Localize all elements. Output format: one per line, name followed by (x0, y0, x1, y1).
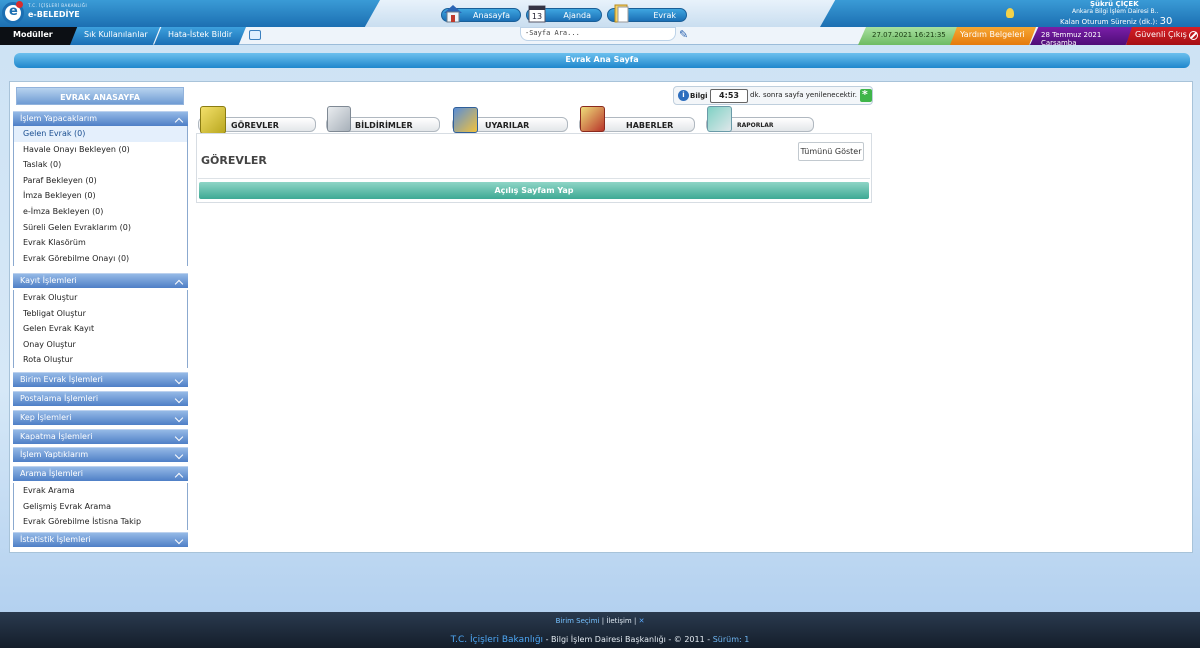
section-arama-islemleri-items: Evrak Arama Gelişmiş Evrak Arama Evrak G… (13, 483, 188, 530)
top-header: T.C. İÇİŞLERİ BAKANLIĞI e-BELEDİYE Anasa… (0, 0, 1200, 27)
sidebar-item[interactable]: Süreli Gelen Evraklarım (0) (14, 220, 187, 236)
sidebar-item[interactable]: Evrak Klasörüm (14, 235, 187, 251)
bulb-icon[interactable] (1006, 8, 1014, 18)
reports-icon (707, 106, 732, 132)
help-docs-button[interactable]: Yardım Belgeleri (950, 27, 1036, 45)
sidebar-item[interactable]: Havale Onayı Bekleyen (0) (14, 142, 187, 158)
logo-area: T.C. İÇİŞLERİ BAKANLIĞI e-BELEDİYE (0, 0, 380, 27)
ministry-name[interactable]: T.C. İçişleri Bakanlığı (451, 635, 543, 645)
sidebar-item[interactable]: Evrak Arama (14, 483, 187, 499)
svg-text:13: 13 (532, 12, 542, 21)
show-all-button[interactable]: Tümünü Göster (798, 142, 864, 161)
session-value: 30 (1159, 16, 1173, 27)
logo-subtitle: T.C. İÇİŞLERİ BAKANLIĞI (28, 3, 88, 8)
clear-brush-icon[interactable]: ✎ (679, 28, 691, 41)
logout-icon[interactable] (1189, 31, 1198, 40)
date-display: 28 Temmuz 2021 Çarşamba (1030, 27, 1134, 45)
section-arama-islemleri[interactable]: Arama İşlemleri (13, 466, 188, 481)
footer-copyright: T.C. İçişleri Bakanlığı - Bilgi İşlem Da… (0, 635, 1200, 645)
dept-text: - Bilgi İşlem Dairesi Başkanlığı - © 201… (543, 635, 705, 644)
news-icon (580, 106, 605, 132)
refresh-info-bar: i Bilgi 4:53 dk. sonra sayfa yenilenecek… (673, 86, 873, 105)
frequent-button[interactable]: Sık Kullanılanlar (70, 27, 160, 45)
tasks-icon (200, 106, 226, 134)
folder-icon (614, 4, 629, 23)
refresh-message: dk. sonra sayfa yenilenecektir. (750, 91, 857, 99)
page-search-input[interactable]: -Sayfa Ara... (520, 27, 676, 41)
nav-evrak-label: Evrak (653, 10, 676, 20)
session-label: Kalan Oturum Süreniz (dk.): (1060, 18, 1158, 26)
sidebar-item[interactable]: Gelen Evrak Kayıt (14, 321, 187, 337)
calendar-icon: 13 (528, 5, 546, 23)
section-kayit-islemleri[interactable]: Kayıt İşlemleri (13, 273, 188, 288)
info-icon: i (678, 90, 689, 101)
session-remaining: Kalan Oturum Süreniz (dk.): 30 (1060, 16, 1172, 27)
error-report-button[interactable]: Hata-İstek Bildir (154, 27, 246, 45)
panel-divider (198, 178, 870, 179)
nav-ajanda-label: Ajanda (563, 10, 591, 20)
sidebar-item[interactable]: Rota Oluştur (14, 352, 187, 368)
tab-raporlar-label: RAPORLAR (737, 122, 774, 129)
logo-flag-mark (16, 1, 23, 8)
section-kayit-islemleri-items: Evrak Oluştur Tebligat Oluştur Gelen Evr… (13, 290, 188, 368)
section-birim-evrak-islemleri[interactable]: Birim Evrak İşlemleri (13, 372, 188, 387)
section-islem-yapacaklarim-items: Gelen Evrak (0) Havale Onayı Bekleyen (0… (13, 126, 188, 267)
nav-anasayfa-label: Anasayfa (473, 10, 510, 20)
menu-bar: Modüller Sık Kullanılanlar Hata-İstek Bi… (0, 27, 1200, 45)
unit-select-link[interactable]: Birim Seçimi (556, 617, 600, 625)
set-home-button[interactable]: Açılış Sayfam Yap (199, 182, 869, 199)
notifications-icon (327, 106, 351, 132)
section-islem-yapacaklarim[interactable]: İşlem Yapacaklarım (13, 111, 188, 126)
tab-haberler-label: HABERLER (626, 121, 674, 130)
info-label: Bilgi (690, 92, 708, 100)
close-icon[interactable]: ✕ (639, 617, 645, 625)
sidebar-item[interactable]: Evrak Görebilme Onayı (0) (14, 251, 187, 267)
warnings-icon (453, 107, 478, 133)
tab-gorevler-label: GÖREVLER (231, 121, 279, 130)
sidebar-item[interactable]: İmza Bekleyen (0) (14, 188, 187, 204)
sidebar-item[interactable]: Evrak Oluştur (14, 290, 187, 306)
version-text: Sürüm: 1 (712, 635, 750, 644)
logo-title: e-BELEDİYE (28, 10, 80, 19)
section-kep-islemleri[interactable]: Kep İşlemleri (13, 410, 188, 425)
footer: Birim Seçimi | İletişim | ✕ T.C. İçişler… (0, 612, 1200, 648)
sidebar-item[interactable]: Taslak (0) (14, 157, 187, 173)
home-icon (444, 5, 462, 23)
tab-bildirimler-label: BİLDİRİMLER (355, 121, 413, 130)
user-unit: Ankara Bilgi İşlem Dairesi B.. (1072, 8, 1159, 15)
sidebar-item[interactable]: Paraf Bekleyen (0) (14, 173, 187, 189)
panel-title: GÖREVLER (201, 154, 267, 167)
sidebar-item[interactable]: e-İmza Bekleyen (0) (14, 204, 187, 220)
chat-icon[interactable] (249, 30, 261, 40)
section-postalama-islemleri[interactable]: Postalama İşlemleri (13, 391, 188, 406)
user-name: Şükrü ÇİÇEK (1090, 0, 1139, 8)
page-title: Evrak Ana Sayfa (14, 53, 1190, 68)
contact-link[interactable]: İletişim (606, 617, 631, 625)
section-istatistik-islemleri[interactable]: İstatistik İşlemleri (13, 532, 188, 547)
section-kapatma-islemleri[interactable]: Kapatma İşlemleri (13, 429, 188, 444)
datetime-display: 27.07.2021 16:21:35 (858, 27, 958, 45)
sidebar-item[interactable]: Evrak Görebilme İstisna Takip (14, 514, 187, 530)
sidebar-item[interactable]: Gelişmiş Evrak Arama (14, 499, 187, 515)
sidebar-title[interactable]: EVRAK ANASAYFA (16, 87, 184, 105)
section-islem-yaptiklarim[interactable]: İşlem Yaptıklarım (13, 447, 188, 462)
refresh-countdown: 4:53 (710, 89, 748, 103)
tab-uyarilar-label: UYARILAR (485, 121, 530, 130)
refresh-icon[interactable] (860, 88, 872, 102)
sidebar-item[interactable]: Onay Oluştur (14, 337, 187, 353)
sidebar-item[interactable]: Gelen Evrak (0) (14, 126, 187, 142)
footer-links: Birim Seçimi | İletişim | ✕ (0, 617, 1200, 625)
sidebar-item[interactable]: Tebligat Oluştur (14, 306, 187, 322)
modules-button[interactable]: Modüller (0, 27, 78, 45)
